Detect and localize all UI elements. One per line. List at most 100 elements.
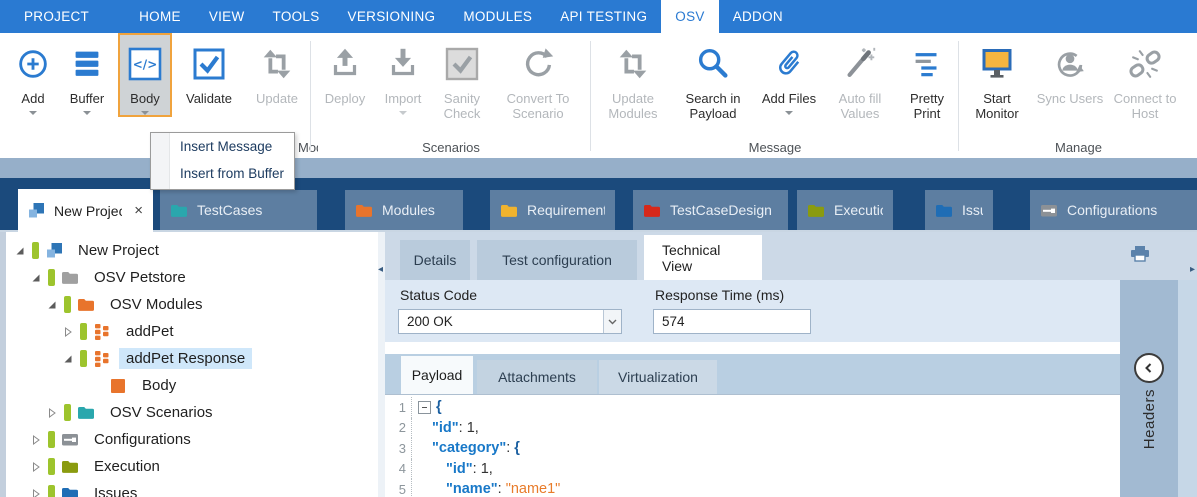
validate-icon	[189, 37, 229, 91]
ribbon-button-sanity-check[interactable]: Sanity Check	[434, 35, 490, 121]
workspace-tab-execution[interactable]: Execution	[797, 190, 893, 230]
scroll-right-icon[interactable]: ▸	[1190, 264, 1195, 275]
workspace-tab-label: Execution	[834, 202, 883, 218]
tree-item-osv-petstore[interactable]: OSV Petstore	[6, 264, 378, 291]
expander-collapsed-icon[interactable]	[46, 408, 57, 418]
ribbon-button-buffer[interactable]: Buffer	[62, 35, 112, 115]
chevron-down-icon	[141, 111, 149, 115]
payload-json-editor[interactable]: 1{2"id": 1,3"category": {4"id": 1,5"name…	[385, 394, 1120, 497]
ribbon-button-deploy[interactable]: Deploy	[318, 35, 372, 106]
tree-item-issues[interactable]: Issues	[6, 480, 378, 497]
ribbon-button-label: Deploy	[325, 91, 365, 106]
menu-tab-tools[interactable]: TOOLS	[259, 0, 334, 33]
menu-tab-api-testing[interactable]: API TESTING	[546, 0, 661, 33]
headers-side-tab[interactable]: Headers	[1120, 280, 1178, 497]
plug-icon	[61, 432, 79, 447]
workspace-tab-modules[interactable]: Modules	[345, 190, 463, 230]
json-plain: :	[473, 461, 481, 477]
ribbon-button-update-modules[interactable]: Update Modules	[598, 35, 668, 121]
folder-icon	[643, 203, 661, 218]
body-code-icon: </>	[125, 37, 165, 91]
details-tab-technical-view[interactable]: Technical View	[644, 235, 762, 280]
tree-item-addpet[interactable]: addPet	[6, 318, 378, 345]
details-panel: ▸ DetailsTest configurationTechnical Vie…	[385, 232, 1197, 497]
payload-tab-virtualization[interactable]: Virtualization	[599, 360, 717, 394]
ribbon-button-search-in-payload[interactable]: Search in Payload	[674, 35, 752, 121]
collapse-minus-icon[interactable]	[418, 401, 431, 414]
ribbon-button-import[interactable]: Import	[378, 35, 428, 115]
ribbon-button-validate[interactable]: Validate	[178, 35, 240, 106]
menu-tab-addon[interactable]: ADDON	[719, 0, 797, 33]
ribbon-menu-bar: PROJECT HOMEVIEWTOOLSVERSIONINGMODULESAPI…	[0, 0, 1197, 33]
workspace-tab-requirements[interactable]: Requirements	[490, 190, 615, 230]
panel-divider[interactable]: ◂	[378, 232, 385, 497]
chevron-down-icon[interactable]	[603, 310, 621, 333]
ribbon-button-convert-to-scenario[interactable]: Convert To Scenario	[496, 35, 580, 121]
details-tab-details[interactable]: Details	[400, 240, 470, 280]
ribbon-button-label: Connect to Host	[1112, 91, 1178, 121]
tree-item-configurations[interactable]: Configurations	[6, 426, 378, 453]
menu-tab-osv[interactable]: OSV	[661, 0, 718, 33]
response-time-input[interactable]: 574	[653, 309, 811, 334]
ribbon-group-label: Message	[592, 140, 958, 155]
payload-tab-payload[interactable]: Payload	[401, 356, 473, 394]
folder-icon	[61, 486, 79, 497]
menu-tab-versioning[interactable]: VERSIONING	[334, 0, 450, 33]
tree-item-execution[interactable]: Execution	[6, 453, 378, 480]
editor-line: 2"id": 1,	[385, 418, 1120, 439]
ribbon-button-auto-fill-values[interactable]: Auto fill Values	[826, 35, 894, 121]
payload-tab-strip: PayloadAttachmentsVirtualization	[385, 354, 1120, 394]
workspace-tab-configurations[interactable]: Configurations	[1030, 190, 1197, 230]
details-tab-test-configuration[interactable]: Test configuration	[477, 240, 637, 280]
square-icon	[109, 378, 127, 394]
close-icon[interactable]: ×	[134, 204, 143, 218]
workspace-tab-issues[interactable]: Issues	[925, 190, 993, 230]
expander-expanded-icon[interactable]	[62, 354, 73, 364]
ribbon-button-connect-to-host[interactable]: Connect to Host	[1112, 35, 1178, 121]
expander-collapsed-icon[interactable]	[30, 462, 41, 472]
menu-tab-view[interactable]: VIEW	[195, 0, 259, 33]
ribbon-button-add[interactable]: Add	[10, 35, 56, 115]
ribbon-button-body[interactable]: </>Body	[118, 33, 172, 117]
json-key: "name"	[446, 481, 498, 497]
workspace-tab-testcasedesign[interactable]: TestCaseDesign	[633, 190, 788, 230]
menu-item-insert-from-buffer[interactable]: Insert from Buffer	[151, 160, 294, 187]
editor-line-content: "id": 1,	[426, 420, 479, 436]
ribbon-button-sync-users[interactable]: Sync Users	[1034, 35, 1106, 106]
add-icon	[14, 37, 52, 91]
ribbon-button-pretty-print[interactable]: Pretty Print	[900, 35, 954, 121]
tree-item-osv-scenarios[interactable]: OSV Scenarios	[6, 399, 378, 426]
ribbon-button-label: Search in Payload	[674, 91, 752, 121]
tree-item-body[interactable]: Body	[6, 372, 378, 399]
workspace-tab-testcases[interactable]: TestCases	[160, 190, 317, 230]
menu-tab-modules[interactable]: MODULES	[449, 0, 546, 33]
expander-collapsed-icon[interactable]	[30, 435, 41, 445]
menu-item-insert-message[interactable]: Insert Message	[151, 133, 294, 160]
tree-item-osv-modules[interactable]: OSV Modules	[6, 291, 378, 318]
chevron-left-circle-icon[interactable]	[1134, 353, 1164, 383]
menu-tab-home[interactable]: HOME	[125, 0, 195, 33]
expander-collapsed-icon[interactable]	[30, 489, 41, 497]
menu-tab-project[interactable]: PROJECT	[10, 0, 103, 33]
ribbon-button-update[interactable]: Update	[246, 35, 308, 106]
workspace-tab-label: Requirements	[527, 202, 605, 218]
pretty-print-icon	[908, 37, 946, 91]
print-icon[interactable]	[1129, 245, 1151, 268]
payload-tab-attachments[interactable]: Attachments	[477, 360, 597, 394]
ribbon-button-label: Validate	[186, 91, 232, 106]
sync-users-icon	[1051, 37, 1089, 91]
status-code-select[interactable]: 200 OK	[398, 309, 622, 334]
ribbon-button-start-monitor[interactable]: Start Monitor	[966, 35, 1028, 121]
folder-icon	[170, 203, 188, 218]
expander-expanded-icon[interactable]	[14, 246, 25, 256]
workspace-tab-label: TestCases	[197, 202, 262, 218]
expander-expanded-icon[interactable]	[30, 273, 41, 283]
convert-refresh-icon	[519, 37, 557, 91]
expander-collapsed-icon[interactable]	[62, 327, 73, 337]
expander-expanded-icon[interactable]	[46, 300, 57, 310]
tree-item-addpet-response[interactable]: addPet Response	[6, 345, 378, 372]
ribbon-button-add-files[interactable]: Add Files	[758, 35, 820, 115]
workspace-tab-new-project[interactable]: New Project×	[18, 189, 153, 232]
scroll-left-icon[interactable]: ◂	[378, 264, 383, 275]
tree-item-new-project[interactable]: New Project	[6, 237, 378, 264]
